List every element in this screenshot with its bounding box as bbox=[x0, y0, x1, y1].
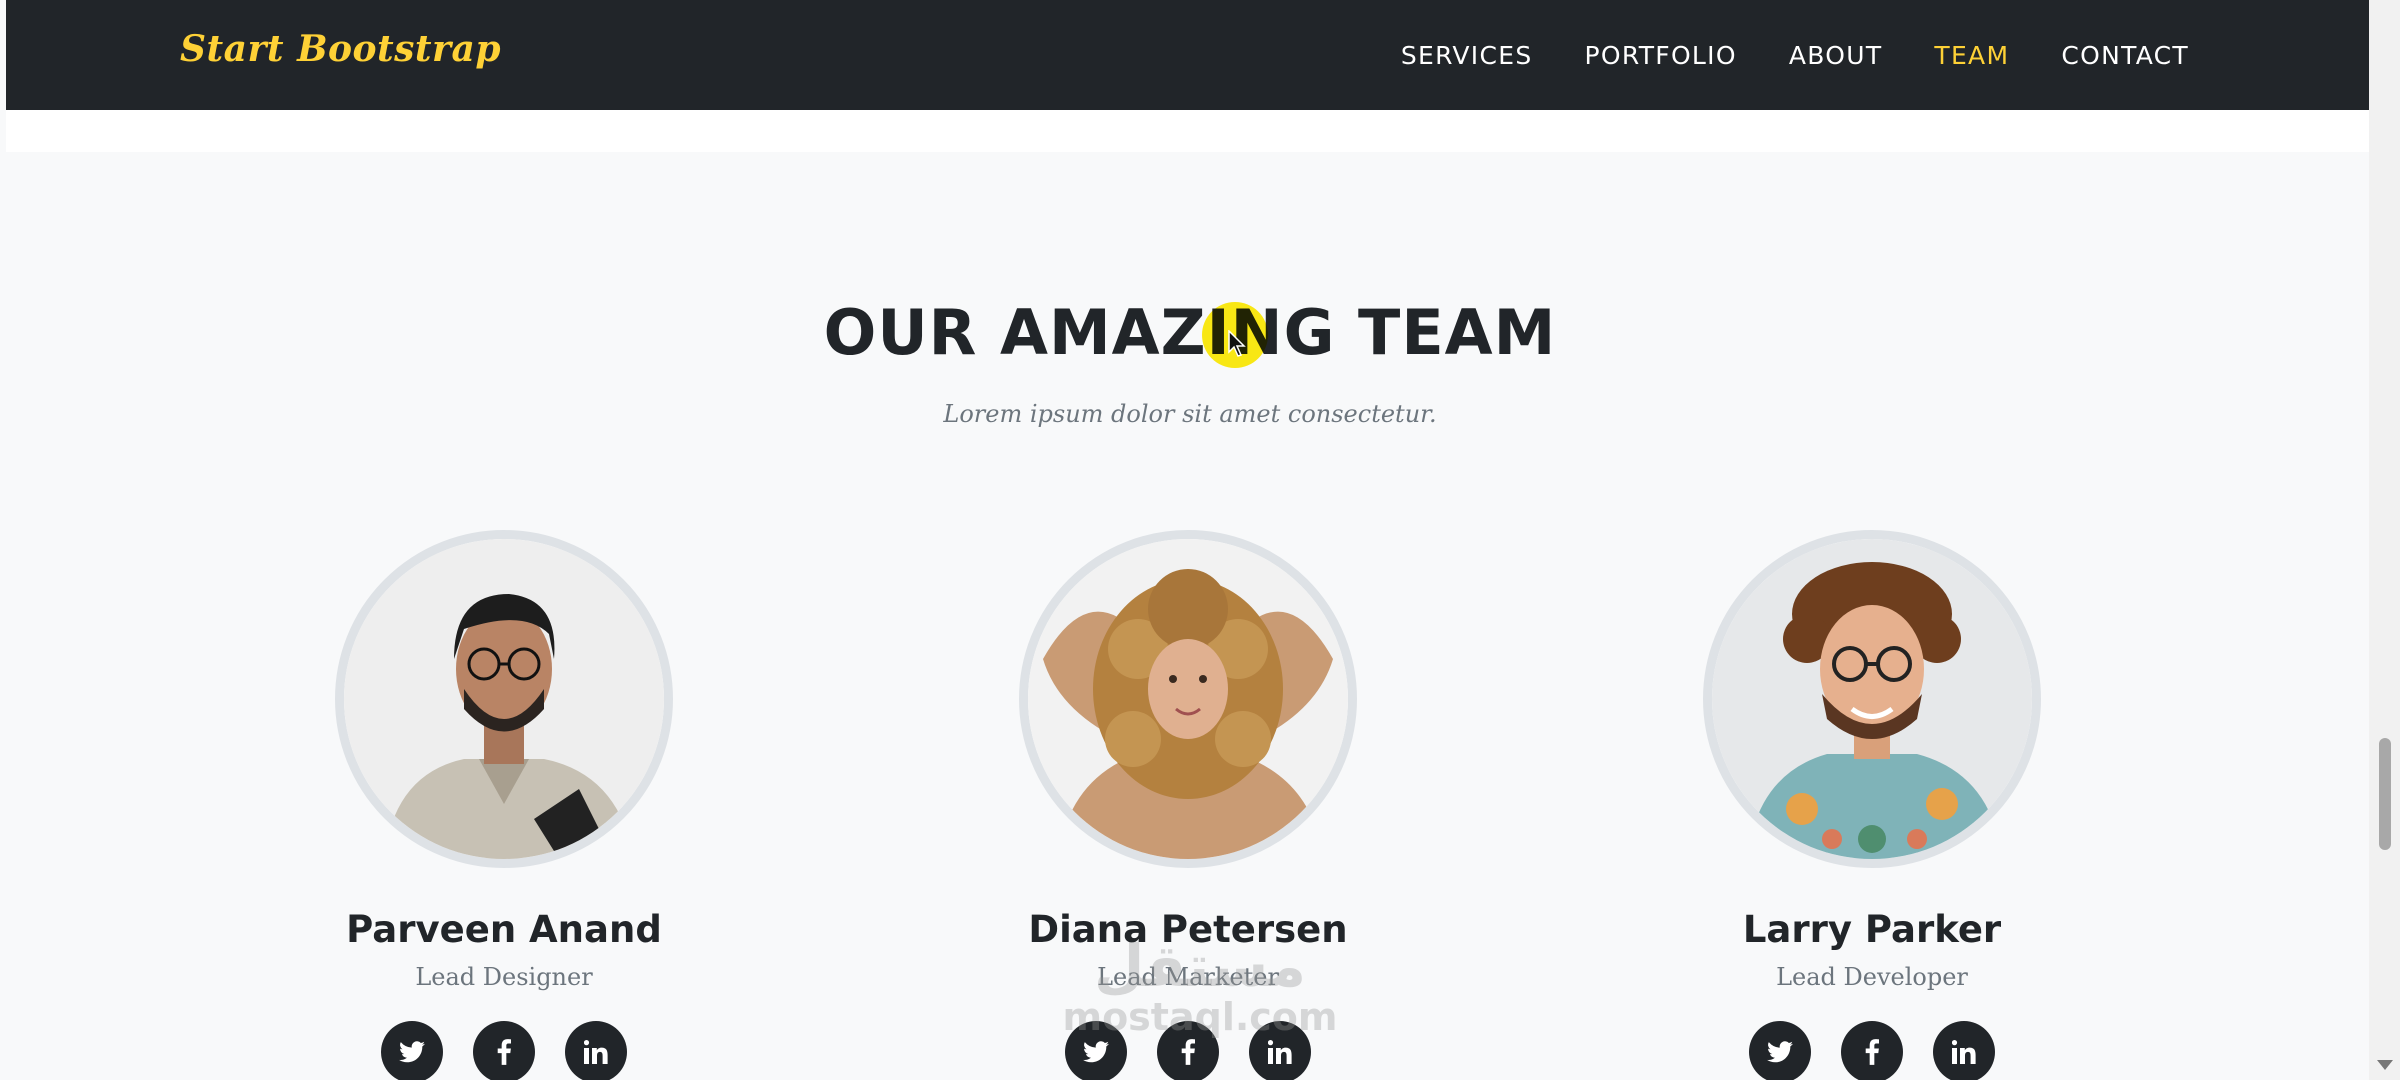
facebook-button[interactable] bbox=[1841, 1021, 1903, 1080]
member-avatar bbox=[335, 530, 673, 868]
section-subheading: Lorem ipsum dolor sit amet consectetur. bbox=[943, 400, 1437, 428]
twitter-icon bbox=[1083, 1041, 1109, 1063]
social-links bbox=[1612, 1021, 2132, 1080]
team-member-card: Parveen Anand Lead Designer bbox=[244, 530, 764, 1080]
linkedin-button[interactable] bbox=[1933, 1021, 1995, 1080]
facebook-icon bbox=[1865, 1039, 1879, 1065]
facebook-button[interactable] bbox=[473, 1021, 535, 1080]
team-member-card: Larry Parker Lead Developer bbox=[1612, 530, 2132, 1080]
member-name: Parveen Anand bbox=[346, 908, 662, 951]
member-photo bbox=[1712, 539, 2032, 859]
twitter-icon bbox=[399, 1041, 425, 1063]
twitter-icon bbox=[1767, 1041, 1793, 1063]
member-name: Larry Parker bbox=[1742, 908, 2002, 951]
facebook-icon bbox=[1181, 1039, 1195, 1065]
member-role: Lead Developer bbox=[1776, 963, 1968, 991]
scrollbar-thumb[interactable] bbox=[2379, 738, 2391, 850]
linkedin-icon bbox=[1268, 1040, 1292, 1064]
nav-link-services[interactable]: SERVICES bbox=[1401, 41, 1533, 70]
watermark: مستقل mostaql.com bbox=[1050, 935, 1350, 1037]
linkedin-icon bbox=[584, 1040, 608, 1064]
page: Start Bootstrap SERVICES PORTFOLIO ABOUT… bbox=[0, 0, 2400, 1080]
twitter-button[interactable] bbox=[1749, 1021, 1811, 1080]
linkedin-icon bbox=[1952, 1040, 1976, 1064]
nav-links: SERVICES PORTFOLIO ABOUT TEAM CONTACT bbox=[1349, 0, 2189, 110]
brand-logo[interactable]: Start Bootstrap bbox=[180, 28, 501, 70]
navbar: Start Bootstrap SERVICES PORTFOLIO ABOUT… bbox=[6, 0, 2369, 110]
nav-link-portfolio[interactable]: PORTFOLIO bbox=[1585, 41, 1737, 70]
member-photo bbox=[1028, 539, 1348, 859]
nav-link-about[interactable]: ABOUT bbox=[1789, 41, 1883, 70]
watermark-logo: مستقل bbox=[1093, 932, 1307, 1000]
member-avatar bbox=[1019, 530, 1357, 868]
nav-link-contact[interactable]: CONTACT bbox=[2061, 41, 2189, 70]
social-links bbox=[244, 1021, 764, 1080]
facebook-icon bbox=[497, 1039, 511, 1065]
member-avatar bbox=[1703, 530, 2041, 868]
linkedin-button[interactable] bbox=[565, 1021, 627, 1080]
scroll-down-arrow-icon[interactable] bbox=[2377, 1060, 2393, 1070]
vertical-scrollbar[interactable] bbox=[2369, 0, 2400, 1080]
watermark-url: mostaql.com bbox=[1062, 995, 1338, 1039]
section-divider bbox=[6, 110, 2369, 152]
member-photo bbox=[344, 539, 664, 859]
cursor-icon bbox=[1228, 330, 1246, 357]
nav-link-team[interactable]: TEAM bbox=[1934, 41, 2009, 70]
section-heading: OUR AMAZING TEAM bbox=[823, 296, 1557, 369]
member-role: Lead Designer bbox=[415, 963, 593, 991]
twitter-button[interactable] bbox=[381, 1021, 443, 1080]
